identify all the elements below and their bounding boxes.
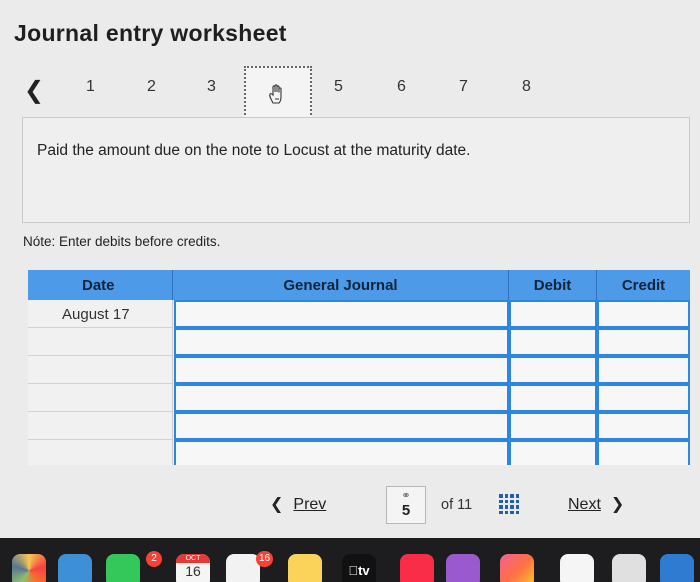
- creative-cloud-app-icon[interactable]: [500, 554, 534, 582]
- debit-input[interactable]: [509, 328, 597, 356]
- debit-input[interactable]: [509, 300, 597, 328]
- credit-input[interactable]: [597, 384, 690, 412]
- previous-step-arrow-icon[interactable]: ❮: [24, 76, 44, 105]
- current-page-number: 5: [401, 502, 411, 519]
- calendar-app-icon[interactable]: OCT 16: [176, 554, 210, 582]
- credit-input[interactable]: [597, 328, 690, 356]
- app-store-icon[interactable]: [660, 554, 694, 582]
- next-label: Next: [568, 496, 601, 513]
- credit-input[interactable]: [597, 356, 690, 384]
- date-cell: [28, 328, 173, 356]
- apple-logo-icon: : [348, 563, 358, 578]
- account-input[interactable]: [174, 356, 509, 384]
- messages-badge: 2: [146, 551, 162, 567]
- step-8[interactable]: 8: [522, 78, 531, 96]
- page-title: Journal entry worksheet: [14, 20, 287, 46]
- step-navigation: ❮ 1 2 3 5 6 7 8: [0, 66, 700, 122]
- journal-table: Date General Journal Debit Credit August…: [28, 270, 690, 465]
- date-cell: August 17: [28, 300, 173, 328]
- calendar-month: OCT: [176, 554, 210, 563]
- column-header-debit: Debit: [509, 270, 597, 300]
- current-page-indicator[interactable]: ⚭ 5: [386, 486, 426, 524]
- maps-app-icon[interactable]: [58, 554, 92, 582]
- credit-input[interactable]: [597, 440, 690, 465]
- step-7[interactable]: 7: [459, 78, 468, 96]
- credit-input[interactable]: [597, 300, 690, 328]
- debit-input[interactable]: [509, 384, 597, 412]
- notes-app-icon[interactable]: [288, 554, 322, 582]
- macos-dock: 2 OCT 16 16 tv: [0, 538, 700, 582]
- step-2[interactable]: 2: [147, 78, 156, 96]
- instruction-note: Nóte: Enter debits before credits.: [23, 234, 221, 249]
- next-button[interactable]: Next ❯: [568, 494, 624, 514]
- account-input[interactable]: [174, 328, 509, 356]
- date-cell: [28, 356, 173, 384]
- reminders-app-icon[interactable]: [226, 554, 260, 582]
- transaction-prompt-box: Paid the amount due on the note to Locus…: [22, 117, 690, 223]
- transaction-prompt-text: Paid the amount due on the note to Locus…: [37, 142, 471, 159]
- step-3[interactable]: 3: [207, 78, 216, 96]
- account-input[interactable]: [174, 384, 509, 412]
- debit-input[interactable]: [509, 440, 597, 465]
- debit-input[interactable]: [509, 356, 597, 384]
- hand-cursor-icon: [269, 84, 282, 104]
- podcasts-app-icon[interactable]: [446, 554, 480, 582]
- account-input[interactable]: [174, 300, 509, 328]
- calendar-day: 16: [185, 563, 201, 579]
- entry-date: August 17: [62, 306, 130, 323]
- facetime-app-icon[interactable]: [106, 554, 140, 582]
- link-icon: ⚭: [401, 490, 411, 502]
- contacts-badge: 16: [256, 551, 274, 567]
- column-header-date: Date: [28, 270, 173, 300]
- step-1[interactable]: 1: [86, 78, 95, 96]
- appletv-label: tv: [353, 563, 370, 578]
- column-header-general-journal: General Journal: [173, 270, 509, 300]
- grid-view-icon[interactable]: [499, 494, 519, 514]
- pagination: ❮ Prev ⚭ 5 of 11 Next ❯: [0, 482, 700, 524]
- appletv-app-icon[interactable]: tv: [342, 554, 376, 582]
- date-cell: [28, 440, 173, 465]
- debit-input[interactable]: [509, 412, 597, 440]
- date-cell: [28, 384, 173, 412]
- account-input[interactable]: [174, 412, 509, 440]
- prev-button[interactable]: ❮ Prev: [270, 494, 326, 514]
- step-5[interactable]: 5: [334, 78, 343, 96]
- column-header-credit: Credit: [597, 270, 690, 300]
- keynote-app-icon[interactable]: [612, 554, 646, 582]
- chevron-left-icon: ❮: [270, 496, 284, 513]
- account-input[interactable]: [174, 440, 509, 465]
- step-4-active[interactable]: [244, 66, 312, 122]
- date-cell: [28, 412, 173, 440]
- chevron-right-icon: ❯: [610, 496, 625, 513]
- page-total: of 11: [441, 497, 473, 513]
- credit-input[interactable]: [597, 412, 690, 440]
- prev-label: Prev: [293, 496, 327, 513]
- step-6[interactable]: 6: [397, 78, 406, 96]
- photos-app-icon[interactable]: [12, 554, 46, 582]
- news-app-icon[interactable]: [560, 554, 594, 582]
- music-app-icon[interactable]: [400, 554, 434, 582]
